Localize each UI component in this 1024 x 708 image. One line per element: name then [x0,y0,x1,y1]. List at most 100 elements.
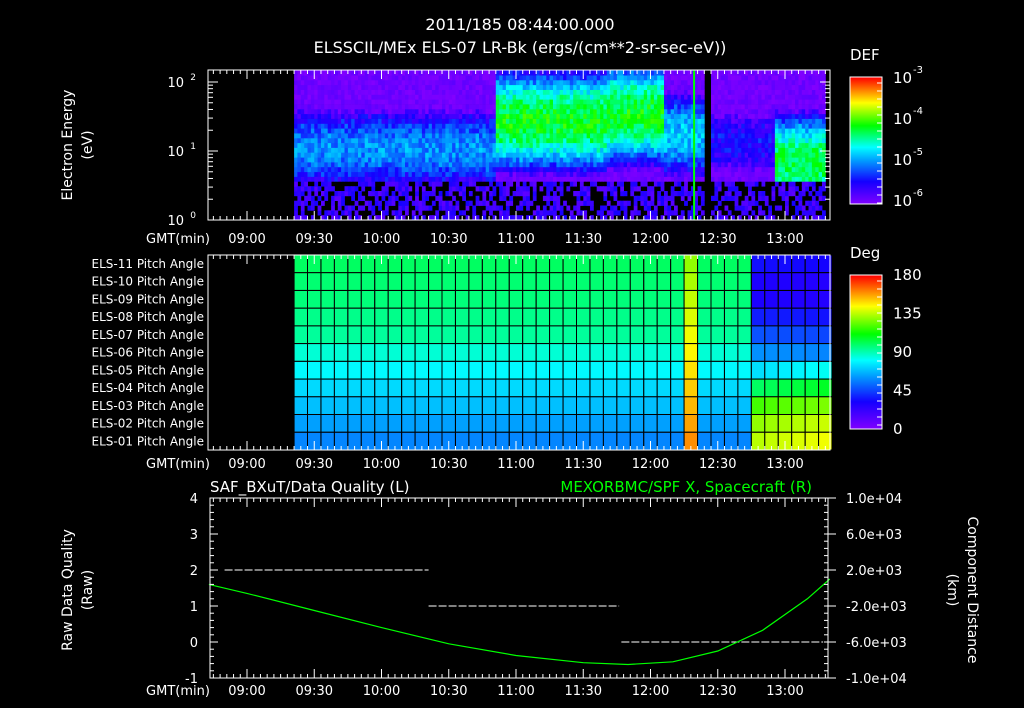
spectrogram-cell [431,171,436,177]
spectrogram-cell [822,195,826,201]
spectrogram-cell [421,89,426,95]
spectrogram-cell [361,94,366,100]
spectrogram-cell [721,99,725,105]
spectrogram-cell [479,147,483,153]
spectrogram-cell [795,147,799,153]
spectrogram-cell [778,128,783,134]
spectrogram-cell [576,171,581,177]
spectrogram-cell [667,152,672,158]
spectrogram-cell [556,152,561,158]
pitch-cell [683,307,698,327]
spectrogram-cell [502,118,507,124]
spectrogram-cell [435,99,440,105]
spectrogram-cell [748,171,752,177]
spectrogram-cell [310,186,315,192]
spectrogram-cell [415,123,419,129]
spectrogram-cell [485,79,490,86]
spectrogram-cell [754,128,759,134]
spectrogram-cell [542,166,547,173]
spectrogram-cell [660,171,665,177]
spectrogram-cell [435,171,440,177]
colorbar-def-tick-exp: -6 [913,188,923,199]
spectrogram-cell [317,84,322,90]
spectrogram-cell [616,210,621,216]
spectrogram-cell [317,176,322,182]
spectrogram-cell [512,123,517,129]
spectrogram-cell [610,79,614,86]
spectrogram-cell [603,133,608,139]
spectrogram-cell [324,147,329,153]
spectrogram-cell [341,113,345,119]
spectrogram-cell [556,137,561,144]
spectrogram-cell [509,99,514,105]
spectrogram-cell [627,108,631,115]
spectrogram-cell [620,171,624,177]
spectrogram-cell [384,200,389,206]
spectrogram-cell [553,181,557,187]
spectrogram-cell [536,128,540,134]
pitch-cell [750,360,766,380]
spectrogram-cell [445,137,450,144]
spectrogram-cell [731,104,735,110]
spectrogram-cell [300,118,305,124]
spectrogram-cell [593,79,598,86]
spectrogram-cell [546,181,551,187]
spectrogram-cell [586,171,591,177]
spectrogram-cell [300,137,305,144]
spectrogram-cell [559,108,564,115]
spectrogram-cell [700,108,705,115]
spectrogram-cell [455,162,460,168]
spectrogram-cell [798,142,803,148]
spectrogram-cell [586,75,591,81]
spectrogram-cell [512,142,517,148]
spectrogram-cell [297,171,302,177]
spectrogram-cell [381,70,386,76]
spectrogram-cell [310,89,315,95]
spectrogram-cell [394,123,399,129]
spectrogram-cell [744,181,749,187]
spectrogram-cell [492,118,497,124]
spectrogram-cell [307,137,312,144]
spectrogram-cell [475,200,480,206]
spectrogram-cell [351,152,355,158]
spectrogram-cell [438,123,443,129]
spectrogram-cell [670,166,675,173]
spectrogram-cell [573,171,577,177]
spectrogram-cell [714,195,719,201]
spectrogram-cell [539,137,544,144]
spectrogram-cell [569,147,574,153]
spectrogram-cell [314,94,319,100]
spectrogram-cell [795,205,799,211]
spectrogram-cell [620,147,624,153]
spectrogram-cell [344,99,349,105]
spectrogram-cell [744,118,749,124]
spectrogram-cell [573,89,577,95]
spectrogram-cell [435,176,440,182]
spectrogram-cell [321,104,325,110]
spectrogram-cell [321,94,325,100]
spectrogram-cell [411,152,416,158]
pitch-cell [360,272,376,291]
spectrogram-cell [546,195,551,201]
spectrogram-cell [815,79,820,86]
spectrogram-cell [542,137,547,144]
spectrogram-cell [754,99,759,105]
colorbar-def-tick-exp: -3 [913,65,923,76]
spectrogram-cell [727,176,732,182]
spectrogram-cell [324,123,329,129]
spectrogram-cell [435,89,440,95]
spectrogram-cell [748,128,752,134]
spectrogram-cell [721,157,725,163]
spectrogram-cell [361,181,366,187]
spectrogram-cell [781,181,786,187]
spectrogram-cell [364,89,369,95]
spectrogram-cell [647,94,651,100]
spectrogram-cell [606,89,611,95]
spectrogram-cell [505,186,510,192]
spectrogram-cell [485,113,490,119]
spectrogram-cell [415,147,419,153]
pitch-cell [307,307,322,327]
spectrogram-cell [751,104,756,110]
spectrogram-cell [801,99,806,105]
pitch-cell [576,396,591,415]
